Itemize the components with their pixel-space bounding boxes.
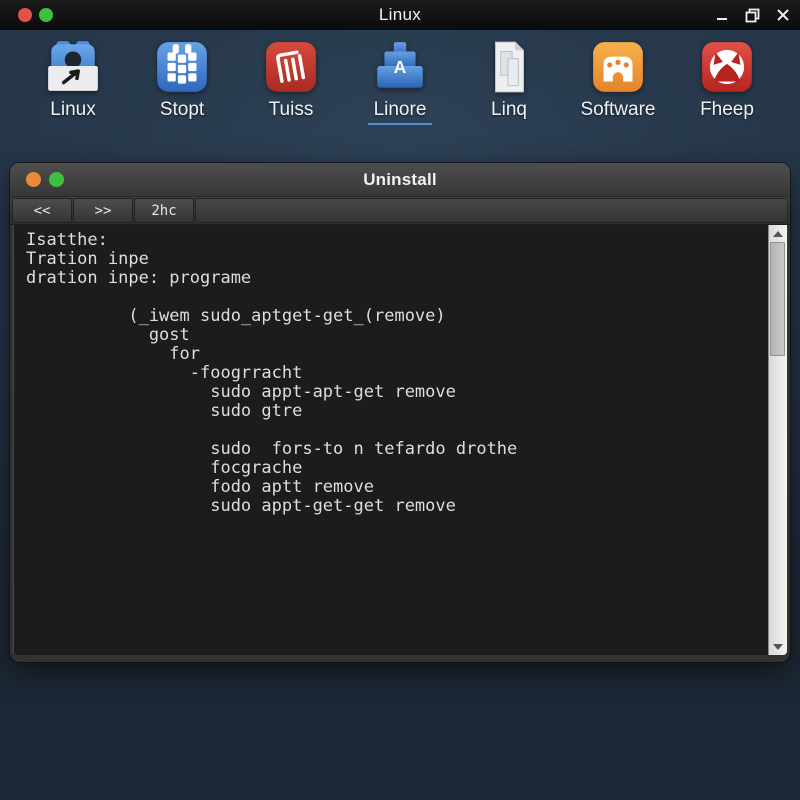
terminal-titlebar[interactable]: Uninstall xyxy=(10,163,790,197)
dock-label: Linore xyxy=(368,99,433,125)
app-dock: Linux Stopt xyxy=(0,38,800,134)
window-controls xyxy=(715,0,790,30)
dock-label: Linux xyxy=(44,99,101,125)
dock-item-linore[interactable]: A Linore xyxy=(347,38,453,134)
restore-icon[interactable] xyxy=(745,8,760,23)
window-title: Linux xyxy=(0,5,800,25)
blue-grid-icon xyxy=(153,38,211,96)
blue-castle-a-icon: A xyxy=(371,38,429,96)
green-light-icon[interactable] xyxy=(39,8,53,22)
terminal-title: Uninstall xyxy=(10,170,790,190)
terminal-window: Uninstall << >> 2hc Isatthe: Tration inp… xyxy=(10,163,790,662)
red-bird-badge-icon xyxy=(698,38,756,96)
back-button[interactable]: << xyxy=(12,198,72,223)
dock-item-software[interactable]: Software xyxy=(565,38,671,134)
system-titlebar: Linux xyxy=(0,0,800,30)
dock-item-linux[interactable]: Linux xyxy=(20,38,126,134)
forward-button[interactable]: >> xyxy=(73,198,133,223)
dock-item-tuiss[interactable]: Tuiss xyxy=(238,38,344,134)
red-strokes-icon xyxy=(262,38,320,96)
dock-item-stopt[interactable]: Stopt xyxy=(129,38,235,134)
dock-label: Software xyxy=(575,99,662,125)
orange-light-icon[interactable] xyxy=(26,172,41,187)
dock-label: Stopt xyxy=(154,99,210,125)
dock-label: Tuiss xyxy=(263,99,320,125)
dock-label: Linq xyxy=(485,99,533,125)
window-lights xyxy=(18,0,53,30)
close-icon[interactable] xyxy=(776,8,790,22)
scrollbar[interactable] xyxy=(768,225,787,655)
terminal-toolbar: << >> 2hc xyxy=(10,197,790,225)
document-icon xyxy=(480,38,538,96)
archive-launcher-icon xyxy=(44,38,102,96)
orange-storefront-icon xyxy=(589,38,647,96)
terminal-output: Isatthe: Tration inpe dration inpe: prog… xyxy=(14,225,787,516)
dock-item-linq[interactable]: Linq xyxy=(456,38,562,134)
red-light-icon[interactable] xyxy=(18,8,32,22)
terminal-body: Isatthe: Tration inpe dration inpe: prog… xyxy=(13,225,787,655)
green-light-icon[interactable] xyxy=(49,172,64,187)
scroll-up-icon[interactable] xyxy=(769,226,787,241)
scroll-down-icon[interactable] xyxy=(769,639,787,654)
dock-item-fheep[interactable]: Fheep xyxy=(674,38,780,134)
toolbar-filler xyxy=(195,198,788,223)
svg-text:A: A xyxy=(394,57,407,77)
terminal-window-lights xyxy=(26,172,64,187)
terminal-tab[interactable]: 2hc xyxy=(134,198,194,223)
minimize-icon[interactable] xyxy=(715,8,729,22)
dock-label: Fheep xyxy=(694,99,760,125)
scrollbar-thumb[interactable] xyxy=(770,242,785,356)
